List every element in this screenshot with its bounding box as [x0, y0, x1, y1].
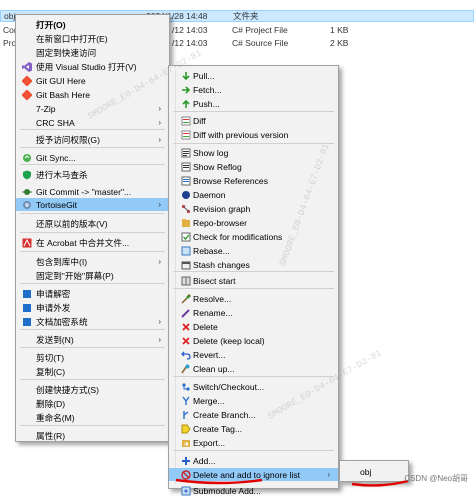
credit-text: CSDN @Neo胡哥: [404, 474, 468, 483]
red-underline-annotation: [175, 478, 409, 487]
